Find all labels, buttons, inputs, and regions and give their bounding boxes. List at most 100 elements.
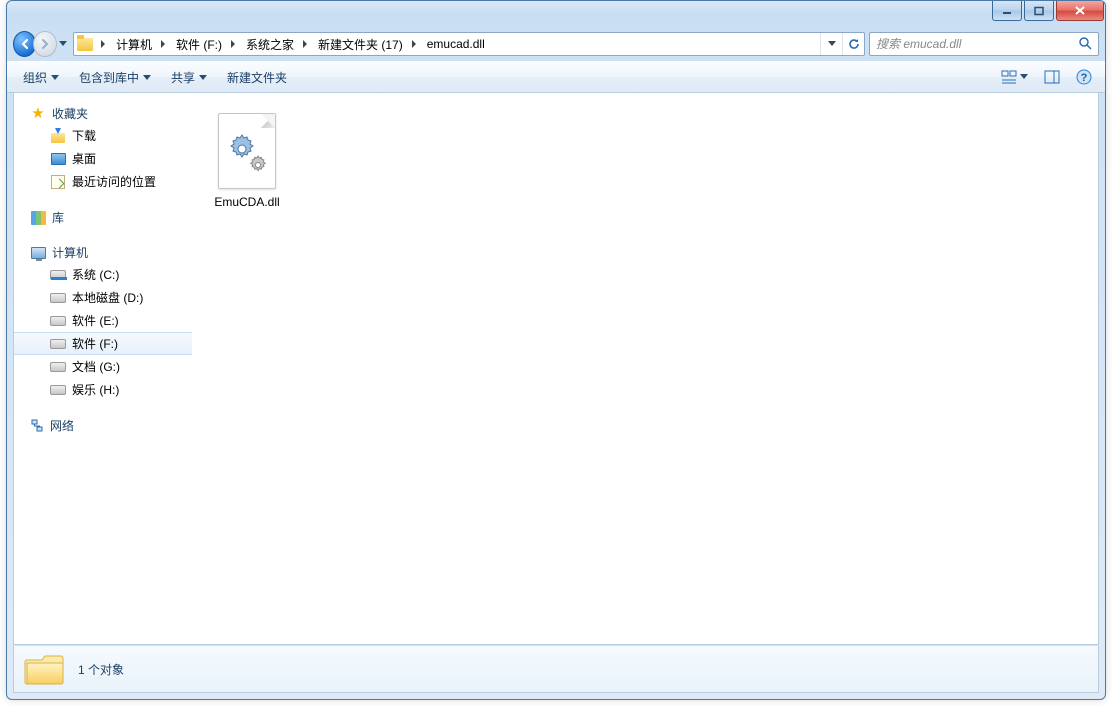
sidebar-item-label: 下载 — [72, 127, 96, 144]
organize-button[interactable]: 组织 — [13, 64, 69, 90]
organize-label: 组织 — [23, 69, 47, 86]
gear-icon — [248, 155, 268, 175]
favorites-label: 收藏夹 — [52, 105, 88, 122]
breadcrumb-sep[interactable] — [298, 33, 312, 55]
network-icon — [30, 419, 44, 433]
chevron-down-icon — [143, 70, 151, 84]
details-pane: 1 个对象 — [13, 645, 1099, 693]
nav-buttons — [13, 30, 69, 58]
sidebar-item-drive-e[interactable]: 软件 (E:) — [14, 309, 192, 332]
desktop-icon — [50, 151, 66, 167]
address-row: 计算机 软件 (F:) 系统之家 新建文件夹 (17) emucad.dll — [7, 29, 1105, 61]
chevron-down-icon — [51, 70, 59, 84]
sidebar-item-label: 本地磁盘 (D:) — [72, 289, 143, 306]
computer-label: 计算机 — [52, 244, 88, 261]
preview-pane-button[interactable] — [1037, 64, 1067, 90]
recent-icon — [50, 174, 66, 190]
sidebar-item-label: 桌面 — [72, 150, 96, 167]
sidebar-network-group: 网络 — [14, 415, 192, 436]
sidebar-computer-group: 计算机 系统 (C:) 本地磁盘 (D:) 软件 (E:) 软件 (F:) — [14, 242, 192, 401]
drive-icon — [50, 359, 66, 375]
drive-icon — [50, 382, 66, 398]
chevron-down-icon — [199, 70, 207, 84]
share-button[interactable]: 共享 — [161, 64, 217, 90]
breadcrumb-sep[interactable] — [407, 33, 421, 55]
include-label: 包含到库中 — [79, 69, 139, 86]
status-text: 1 个对象 — [78, 661, 124, 678]
address-bar[interactable]: 计算机 软件 (F:) 系统之家 新建文件夹 (17) emucad.dll — [73, 32, 865, 56]
sidebar-libraries-header[interactable]: 库 — [14, 207, 192, 228]
search-icon[interactable] — [1078, 36, 1094, 52]
sidebar-item-drive-c[interactable]: 系统 (C:) — [14, 263, 192, 286]
sidebar-network-header[interactable]: 网络 — [14, 415, 192, 436]
folder-large-icon — [24, 650, 66, 688]
sidebar-item-label: 娱乐 (H:) — [72, 381, 119, 398]
navigation-pane[interactable]: ★ 收藏夹 下载 桌面 最近访问的位置 — [14, 93, 192, 644]
search-box[interactable] — [869, 32, 1099, 56]
breadcrumb-sep[interactable] — [226, 33, 240, 55]
chevron-down-icon — [1020, 74, 1028, 80]
file-item[interactable]: EmuCDA.dll — [202, 107, 292, 213]
help-button[interactable]: ? — [1069, 64, 1099, 90]
explorer-body: ★ 收藏夹 下载 桌面 最近访问的位置 — [13, 93, 1099, 645]
nav-history-dropdown[interactable] — [57, 34, 69, 54]
sidebar-computer-header[interactable]: 计算机 — [14, 242, 192, 263]
refresh-button[interactable] — [842, 33, 864, 55]
sidebar-item-label: 系统 (C:) — [72, 266, 119, 283]
minimize-button[interactable] — [992, 1, 1022, 21]
sidebar-item-label: 软件 (F:) — [72, 335, 118, 352]
sidebar-item-label: 文档 (G:) — [72, 358, 120, 375]
breadcrumb-sep[interactable] — [156, 33, 170, 55]
dll-file-icon — [212, 111, 282, 191]
breadcrumb-current[interactable]: emucad.dll — [421, 33, 489, 55]
sidebar-item-desktop[interactable]: 桌面 — [14, 147, 192, 170]
breadcrumb-folder-2[interactable]: 新建文件夹 (17) — [312, 33, 407, 55]
drive-icon — [50, 267, 66, 283]
include-in-library-button[interactable]: 包含到库中 — [69, 64, 161, 90]
sidebar-item-drive-f[interactable]: 软件 (F:) — [14, 332, 192, 355]
network-label: 网络 — [50, 417, 74, 434]
drive-icon — [50, 313, 66, 329]
sidebar-item-downloads[interactable]: 下载 — [14, 124, 192, 147]
svg-text:?: ? — [1081, 72, 1088, 84]
new-folder-label: 新建文件夹 — [227, 69, 287, 86]
preview-pane-icon — [1044, 70, 1060, 84]
sidebar-item-drive-h[interactable]: 娱乐 (H:) — [14, 378, 192, 401]
help-icon: ? — [1076, 69, 1092, 85]
star-icon: ★ — [30, 106, 46, 122]
file-list-pane[interactable]: EmuCDA.dll — [192, 93, 1098, 644]
sidebar-item-drive-d[interactable]: 本地磁盘 (D:) — [14, 286, 192, 309]
toolbar: 组织 包含到库中 共享 新建文件夹 — [7, 61, 1105, 93]
view-icon — [1001, 70, 1017, 84]
breadcrumb-computer[interactable]: 计算机 — [110, 33, 156, 55]
drive-icon — [50, 290, 66, 306]
titlebar — [7, 1, 1105, 29]
address-dropdown[interactable] — [820, 33, 842, 55]
close-button[interactable] — [1056, 1, 1104, 21]
libraries-label: 库 — [52, 209, 64, 226]
address-folder-icon — [74, 33, 96, 55]
breadcrumb-folder-1[interactable]: 系统之家 — [240, 33, 298, 55]
sidebar-favorites-group: ★ 收藏夹 下载 桌面 最近访问的位置 — [14, 103, 192, 193]
maximize-button[interactable] — [1024, 1, 1054, 21]
sidebar-favorites-header[interactable]: ★ 收藏夹 — [14, 103, 192, 124]
folder-icon — [77, 38, 93, 51]
sidebar-item-label: 软件 (E:) — [72, 312, 119, 329]
new-folder-button[interactable]: 新建文件夹 — [217, 64, 297, 90]
explorer-window: 计算机 软件 (F:) 系统之家 新建文件夹 (17) emucad.dll — [6, 0, 1106, 700]
view-mode-button[interactable] — [993, 64, 1035, 90]
sidebar-item-recent[interactable]: 最近访问的位置 — [14, 170, 192, 193]
file-name-label: EmuCDA.dll — [214, 195, 279, 209]
breadcrumb-root-sep[interactable] — [96, 33, 110, 55]
window-controls — [992, 1, 1104, 21]
sidebar-item-label: 最近访问的位置 — [72, 173, 156, 190]
drive-icon — [50, 336, 66, 352]
share-label: 共享 — [171, 69, 195, 86]
sidebar-item-drive-g[interactable]: 文档 (G:) — [14, 355, 192, 378]
breadcrumb-drive[interactable]: 软件 (F:) — [170, 33, 226, 55]
search-input[interactable] — [876, 37, 1078, 51]
sidebar-libraries-group: 库 — [14, 207, 192, 228]
computer-icon — [30, 245, 46, 261]
forward-button[interactable] — [33, 31, 56, 57]
download-icon — [50, 128, 66, 144]
